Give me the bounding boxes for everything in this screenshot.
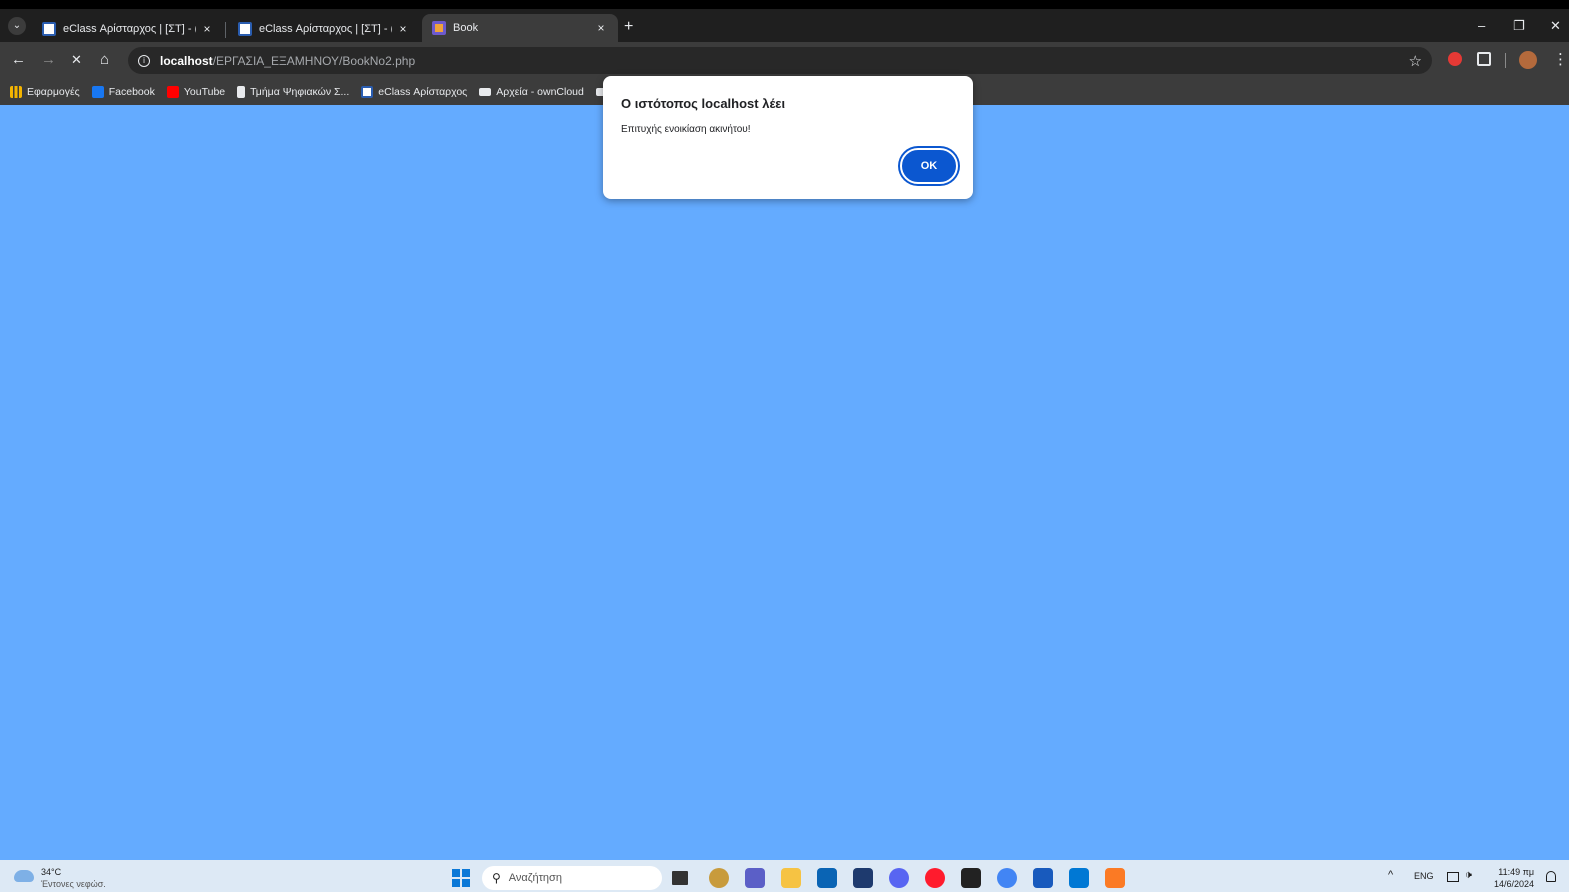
url-path: /ΕΡΓΑΣΙΑ_ΕΞΑΜΗΝΟΥ/BookNo2.php (212, 53, 416, 68)
clock-time: 11:49 πμ (1498, 867, 1535, 877)
teams-icon[interactable] (745, 868, 765, 888)
url-host: localhost (160, 53, 213, 68)
eclass-icon (238, 21, 252, 36)
tab-title: Book (453, 22, 479, 34)
bookmark-department[interactable]: Τμήμα Ψηφιακών Σ... (237, 85, 350, 98)
discord-icon[interactable] (889, 868, 909, 888)
task-view-icon[interactable] (672, 871, 688, 885)
word-icon[interactable] (1033, 868, 1053, 888)
app-dark-icon[interactable] (961, 868, 981, 888)
bookmark-label: eClass Αρίσταρχος (378, 85, 468, 98)
bookmark-apps[interactable]: Εφαρμογές (10, 85, 80, 98)
close-window-button[interactable]: ✕ (1550, 18, 1561, 34)
bookmark-label: Facebook (108, 85, 155, 98)
dialog-title: Ο ιστότοπος localhost λέει (621, 96, 786, 111)
bookmark-owncloud[interactable]: Αρχεία - ownCloud (479, 86, 584, 98)
store-icon[interactable] (853, 868, 873, 888)
file-explorer-icon[interactable] (781, 868, 801, 888)
taskbar: 34°C Έντονες νεφώσ. ⚲ Αναζήτηση ^ ENG 🕩 … (0, 860, 1569, 892)
forward-button[interactable]: → (41, 51, 56, 68)
toolbar-divider (1505, 53, 1506, 68)
minimize-button[interactable]: – (1478, 18, 1485, 33)
clock-date: 14/6/2024 (1494, 879, 1535, 889)
bookmark-facebook[interactable]: Facebook (91, 85, 155, 98)
extensions-puzzle-icon[interactable] (1477, 52, 1491, 66)
department-icon (237, 85, 246, 98)
site-info-icon[interactable]: i (138, 54, 150, 67)
bookmark-label: Αρχεία - ownCloud (496, 85, 584, 98)
cloud-icon (479, 87, 492, 96)
facebook-icon (91, 85, 104, 98)
league-of-legends-icon[interactable] (709, 868, 729, 888)
page-content (0, 105, 1569, 860)
tab-close-button[interactable]: × (200, 22, 214, 36)
ok-button[interactable]: OK (900, 148, 958, 184)
browser-menu-button[interactable]: ⋮ (1553, 50, 1568, 68)
bookmark-label: Τμήμα Ψηφιακών Σ... (250, 85, 350, 98)
eclass-icon (361, 85, 374, 98)
tab-title: eClass Αρίσταρχος | [ΣΤ] - (ΨΣ- (259, 22, 392, 35)
tab-close-button[interactable]: × (396, 22, 410, 36)
volume-icon[interactable]: 🕩 (1465, 869, 1472, 882)
opera-icon[interactable] (925, 868, 945, 888)
extension-shield-icon[interactable] (1448, 52, 1462, 66)
restore-button[interactable]: ❐ (1513, 18, 1525, 34)
top-strip (0, 0, 1569, 9)
bookmark-eclass[interactable]: eClass Αρίσταρχος (361, 85, 468, 98)
youtube-icon (166, 85, 179, 98)
tab-close-button[interactable]: × (594, 21, 608, 35)
bookmark-star-icon[interactable]: ☆ (1409, 52, 1422, 70)
profile-avatar[interactable] (1519, 51, 1537, 69)
network-icon[interactable] (1447, 872, 1459, 882)
bookmark-youtube[interactable]: YouTube (166, 85, 226, 98)
vscode-icon[interactable] (1069, 868, 1089, 888)
stop-loading-button[interactable]: ✕ (71, 52, 82, 68)
tab-search-button[interactable]: ⌄ (8, 17, 26, 35)
bookmark-label: YouTube (183, 85, 226, 98)
apps-grid-icon (10, 85, 22, 98)
bookmark-label: Εφαρμογές (27, 85, 80, 98)
weather-temp[interactable]: 34°C (41, 867, 61, 877)
tab-bar: ⌄ eClass Αρίσταρχος | [ΣΤ] - (ΨΣ- × eCla… (0, 9, 1569, 42)
weather-cloud-icon[interactable] (14, 870, 34, 882)
tab-book-active[interactable]: Book × (422, 14, 618, 42)
tab-divider (225, 22, 226, 38)
tab-title: eClass Αρίσταρχος | [ΣΤ] - (ΨΣ- (63, 22, 196, 35)
tray-chevron-icon[interactable]: ^ (1388, 869, 1393, 881)
mail-icon[interactable] (817, 868, 837, 888)
home-button[interactable]: ⌂ (100, 51, 109, 68)
back-button[interactable]: ← (11, 51, 26, 68)
tab-eclass-2[interactable]: eClass Αρίσταρχος | [ΣΤ] - (ΨΣ- × (228, 15, 420, 42)
search-placeholder: Αναζήτηση (508, 872, 562, 884)
new-tab-button[interactable]: + (624, 18, 633, 36)
book-favicon-icon (432, 21, 446, 35)
xampp-icon[interactable] (1105, 868, 1125, 888)
dialog-message: Επιτυχής ενοικίαση ακινήτου! (621, 124, 751, 135)
tab-eclass-1[interactable]: eClass Αρίσταρχος | [ΣΤ] - (ΨΣ- × (32, 15, 224, 42)
language-indicator[interactable]: ENG (1414, 871, 1434, 881)
weather-desc[interactable]: Έντονες νεφώσ. (41, 879, 106, 889)
eclass-icon (42, 21, 56, 36)
taskbar-search-box[interactable]: ⚲ Αναζήτηση (482, 866, 662, 890)
clock[interactable]: 11:49 πμ 14/6/2024 (1494, 866, 1534, 890)
browser-toolbar: ← → ✕ ⌂ i localhost/ΕΡΓΑΣΙΑ_ΕΞΑΜΗΝΟΥ/Boo… (0, 42, 1569, 78)
notification-bell-icon[interactable] (1546, 871, 1556, 882)
windows-start-icon[interactable] (452, 869, 470, 887)
address-bar[interactable]: i localhost/ΕΡΓΑΣΙΑ_ΕΞΑΜΗΝΟΥ/BookNo2.php… (128, 47, 1432, 74)
chrome-icon[interactable] (997, 868, 1017, 888)
search-icon: ⚲ (492, 871, 501, 885)
alert-dialog: Ο ιστότοπος localhost λέει Επιτυχής ενοι… (603, 76, 973, 199)
